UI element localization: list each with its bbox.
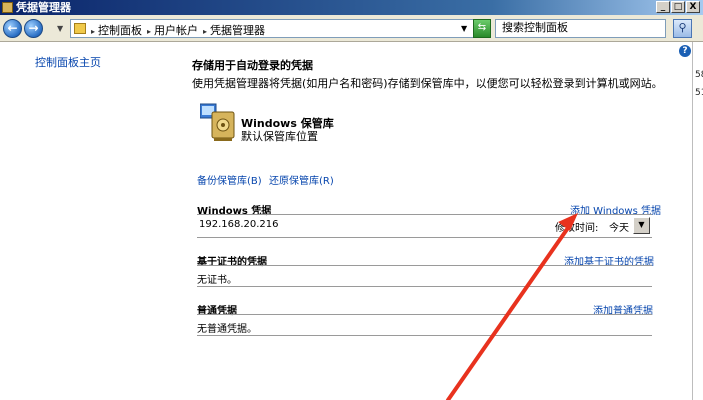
- address-input[interactable]: ▸ 控制面板 ▸ 用户帐户 ▸ 凭据管理器 ▼: [70, 19, 486, 38]
- sidebar: 控制面板主页: [0, 42, 178, 400]
- forward-button[interactable]: →: [24, 19, 43, 38]
- divider: [197, 237, 652, 238]
- breadcrumb-control-panel[interactable]: ▸ 控制面板: [91, 22, 142, 38]
- restore-vault-link[interactable]: 还原保管库(R): [269, 172, 334, 187]
- search-icon: ⚲: [678, 21, 687, 34]
- history-dropdown-icon[interactable]: ▼: [57, 24, 63, 33]
- vault-icon: [200, 103, 235, 141]
- right-edge-panel: 58 51: [692, 42, 703, 400]
- help-icon[interactable]: ?: [679, 45, 691, 57]
- breadcrumb-credential-manager[interactable]: ▸ 凭据管理器: [203, 22, 265, 38]
- edge-fragment: 51: [695, 88, 703, 98]
- refresh-button[interactable]: ⇆: [473, 19, 491, 38]
- credential-entry[interactable]: 192.168.20.216: [199, 219, 279, 230]
- edge-fragment: 58: [695, 70, 703, 80]
- vault-subtitle: 默认保管库位置: [241, 130, 318, 143]
- back-arrow-icon: ←: [7, 21, 18, 35]
- divider: [197, 214, 652, 215]
- app-icon: [2, 2, 13, 13]
- divider: [197, 265, 652, 266]
- divider: [197, 335, 652, 336]
- window-title: 凭据管理器: [16, 1, 71, 14]
- address-toolbar: ← → ▼ ▸ 控制面板 ▸ 用户帐户 ▸ 凭据管理器 ▼ ⇆ 搜索控制面板 ⚲: [0, 15, 703, 42]
- page-description: 使用凭据管理器将凭据(如用户名和密码)存储到保管库中，以便您可以轻松登录到计算机…: [192, 77, 663, 90]
- divider: [197, 314, 652, 315]
- search-button[interactable]: ⚲: [673, 19, 692, 38]
- search-input[interactable]: 搜索控制面板: [495, 19, 666, 38]
- address-dropdown-icon[interactable]: ▼: [461, 24, 467, 33]
- forward-arrow-icon: →: [28, 21, 39, 35]
- control-panel-home-link[interactable]: 控制面板主页: [35, 54, 101, 70]
- back-button[interactable]: ←: [3, 19, 22, 38]
- no-certificates-text: 无证书。: [197, 275, 237, 286]
- modified-value: 今天: [609, 223, 629, 234]
- go-arrows-icon: ⇆: [477, 22, 487, 33]
- no-generic-credentials-text: 无普通凭据。: [197, 324, 257, 335]
- control-panel-icon: [74, 23, 86, 34]
- title-bar: 凭据管理器 _ □ X: [0, 0, 703, 15]
- minimize-button[interactable]: _: [656, 1, 670, 13]
- close-button[interactable]: X: [686, 1, 700, 13]
- maximize-button[interactable]: □: [671, 1, 685, 13]
- page-title: 存储用于自动登录的凭据: [192, 59, 313, 72]
- expand-credential-button[interactable]: ▼: [633, 217, 650, 234]
- main-content: 存储用于自动登录的凭据 使用凭据管理器将凭据(如用户名和密码)存储到保管库中，以…: [178, 42, 692, 400]
- backup-vault-link[interactable]: 备份保管库(B): [197, 172, 262, 187]
- divider: [197, 286, 652, 287]
- chevron-down-icon: ▼: [638, 220, 645, 229]
- modified-label: 修改时间:: [555, 223, 599, 234]
- breadcrumb-user-accounts[interactable]: ▸ 用户帐户: [147, 22, 198, 38]
